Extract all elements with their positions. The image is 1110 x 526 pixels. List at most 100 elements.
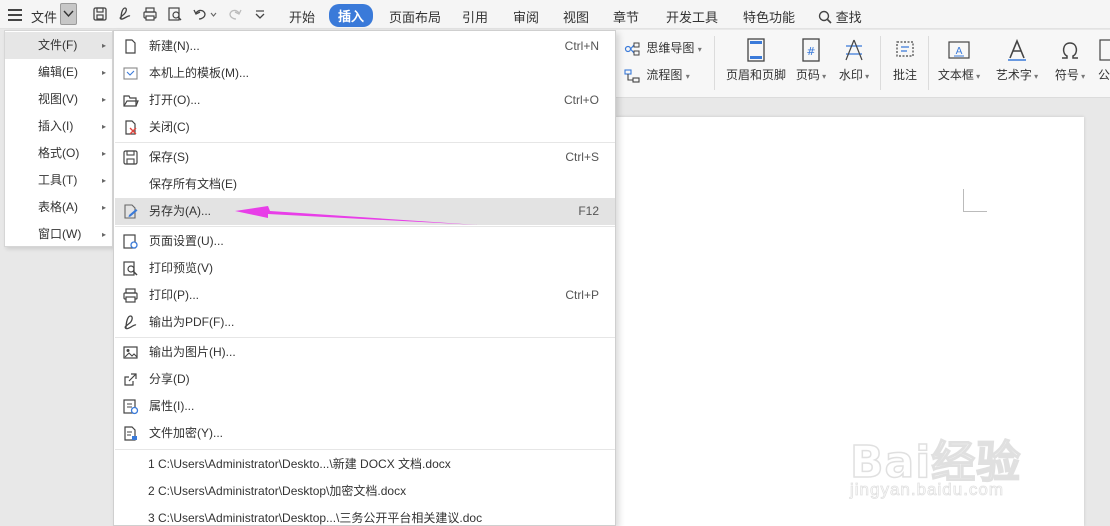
- watermark-icon: [845, 39, 863, 61]
- recent-file-3[interactable]: 3 C:\Users\Administrator\Desktop...\三务公开…: [148, 505, 482, 526]
- watermark-button[interactable]: 水印 ▾: [834, 38, 874, 83]
- menu-item-page-setup[interactable]: 页面设置(U)...: [115, 228, 615, 255]
- menu-item-print-preview[interactable]: 打印预览(V): [115, 255, 615, 282]
- shortcut-text: Ctrl+N: [564, 39, 599, 53]
- textbox-label: 文本框: [937, 68, 974, 82]
- comment-icon: [896, 41, 914, 57]
- menu-item-insert[interactable]: 插入(I) ▸: [5, 113, 112, 140]
- watermark-label: 水印: [838, 68, 863, 82]
- menu-item-share[interactable]: 分享(D): [115, 366, 615, 393]
- symbol-button[interactable]: 符号 ▾: [1050, 38, 1090, 83]
- ribbon-insert: 思维导图 ▾ 流程图 ▾ 页眉和页脚 # 页码 ▾ 水印 ▾ 批注 A 文本框 …: [614, 30, 1110, 98]
- tab-page-layout[interactable]: 页面布局: [389, 7, 441, 26]
- menu-item-tools[interactable]: 工具(T) ▸: [5, 167, 112, 194]
- ribbon-separator: [714, 36, 715, 90]
- tab-chapter[interactable]: 章节: [613, 7, 639, 26]
- menu-item-label: 文件(F): [38, 38, 78, 52]
- menu-item-label: 视图(V): [38, 92, 78, 106]
- chevron-right-icon: ▸: [101, 149, 106, 158]
- tab-developer[interactable]: 开发工具: [666, 7, 718, 26]
- menu-item-label: 新建(N)...: [149, 39, 200, 53]
- page-number-icon: #: [802, 38, 820, 62]
- menu-item-label: 表格(A): [38, 200, 78, 214]
- menu-item-edit[interactable]: 编辑(E) ▸: [5, 59, 112, 86]
- pdf-export-icon: [122, 314, 139, 331]
- classic-menu: 文件(F) ▸ 编辑(E) ▸ 视图(V) ▸ 插入(I) ▸ 格式(O) ▸ 工具(T)…: [4, 30, 113, 247]
- wordart-button[interactable]: 艺术字 ▾: [992, 38, 1042, 83]
- menu-item-local-templates[interactable]: 本机上的模板(M)...: [115, 60, 615, 87]
- formula-label: 公: [1098, 68, 1110, 82]
- menu-item-file[interactable]: 文件(F) ▸: [5, 32, 112, 59]
- shortcut-text: Ctrl+P: [565, 288, 599, 302]
- quick-save-icon[interactable]: [92, 6, 108, 22]
- menu-item-label: 页面设置(U)...: [149, 234, 224, 248]
- file-dropdown-button[interactable]: [60, 3, 77, 25]
- menu-item-label: 输出为PDF(F)...: [149, 315, 235, 329]
- menu-item-export-pdf[interactable]: 输出为PDF(F)...: [115, 309, 615, 336]
- customize-toolbar-icon[interactable]: [252, 6, 268, 22]
- quick-print-preview-icon[interactable]: [167, 6, 183, 22]
- menu-item-label: 插入(I): [38, 119, 74, 133]
- redo-icon[interactable]: [227, 6, 243, 22]
- menu-item-table[interactable]: 表格(A) ▸: [5, 194, 112, 221]
- quick-pdf-icon[interactable]: [117, 6, 133, 22]
- chevron-right-icon: ▸: [101, 203, 106, 212]
- template-icon: [122, 65, 139, 82]
- menu-item-export-image[interactable]: 输出为图片(H)...: [115, 339, 615, 366]
- flowchart-button[interactable]: 流程图 ▾: [624, 66, 690, 83]
- recent-file-2[interactable]: 2 C:\Users\Administrator\Desktop\加密文档.do…: [148, 478, 406, 505]
- menu-item-label: 属性(I)...: [149, 399, 195, 413]
- menu-item-save-as[interactable]: 另存为(A)... F12: [115, 198, 615, 225]
- page-setup-icon: [122, 233, 139, 250]
- menu-item-label: 本机上的模板(M)...: [149, 66, 249, 80]
- menu-item-label: 窗口(W): [38, 227, 82, 241]
- tab-view[interactable]: 视图: [563, 7, 589, 26]
- menu-item-save-all[interactable]: 保存所有文档(E): [115, 171, 615, 198]
- tab-home[interactable]: 开始: [289, 7, 315, 26]
- folder-open-icon: [122, 92, 139, 109]
- mindmap-button[interactable]: 思维导图 ▾: [624, 39, 702, 56]
- tab-insert[interactable]: 插入: [329, 4, 374, 27]
- tab-review[interactable]: 审阅: [513, 7, 539, 26]
- page-number-button[interactable]: # 页码 ▾: [791, 38, 831, 83]
- tab-references[interactable]: 引用: [462, 7, 488, 26]
- search-button[interactable]: 查找: [818, 7, 862, 26]
- properties-icon: [122, 398, 139, 415]
- menu-item-print[interactable]: 打印(P)... Ctrl+P: [115, 282, 615, 309]
- tab-special-features[interactable]: 特色功能: [743, 7, 795, 26]
- recent-file-1[interactable]: 1 C:\Users\Administrator\Deskto...\新建 DO…: [148, 451, 451, 478]
- menu-item-format[interactable]: 格式(O) ▸: [5, 140, 112, 167]
- menu-item-new[interactable]: 新建(N)... Ctrl+N: [115, 33, 615, 60]
- menubar: 文件 开始 插入 页面布局 引用 审阅 视图 章节 开发工具 特色功能 查找: [0, 0, 1110, 29]
- save-icon: [122, 149, 139, 166]
- search-label: 查找: [835, 10, 862, 25]
- undo-icon[interactable]: [192, 6, 218, 22]
- menu-item-properties[interactable]: 属性(I)...: [115, 393, 615, 420]
- header-footer-button[interactable]: 页眉和页脚: [721, 38, 791, 83]
- menu-item-view[interactable]: 视图(V) ▸: [5, 86, 112, 113]
- quick-print-icon[interactable]: [142, 6, 158, 22]
- menu-item-close[interactable]: 关闭(C): [115, 114, 615, 141]
- menu-item-encrypt[interactable]: 文件加密(Y)...: [115, 420, 615, 447]
- file-menu: 新建(N)... Ctrl+N 本机上的模板(M)... 打开(O)... Ct…: [113, 30, 616, 526]
- watermark-url: jingyan.baidu.com: [850, 480, 1005, 500]
- chevron-right-icon: ▸: [101, 68, 106, 77]
- chevron-down-icon: [63, 10, 74, 18]
- file-menu-label[interactable]: 文件: [31, 7, 57, 26]
- menu-item-window[interactable]: 窗口(W) ▸: [5, 221, 112, 248]
- share-icon: [122, 371, 139, 388]
- textbox-button[interactable]: A 文本框 ▾: [934, 38, 984, 83]
- menu-separator: [115, 142, 615, 143]
- ribbon-separator: [928, 36, 929, 90]
- menu-item-label: 打印预览(V): [149, 261, 213, 275]
- menu-hamburger-icon[interactable]: [8, 6, 22, 22]
- menu-separator: [115, 337, 615, 338]
- menu-item-open[interactable]: 打开(O)... Ctrl+O: [115, 87, 615, 114]
- menu-item-save[interactable]: 保存(S) Ctrl+S: [115, 144, 615, 171]
- menu-item-label: 输出为图片(H)...: [149, 345, 236, 359]
- menu-item-label: 分享(D): [149, 372, 190, 386]
- formula-button[interactable]: 公: [1098, 38, 1110, 83]
- comment-button[interactable]: 批注: [886, 38, 924, 83]
- menu-item-label: 保存所有文档(E): [149, 177, 237, 191]
- ribbon-separator: [880, 36, 881, 90]
